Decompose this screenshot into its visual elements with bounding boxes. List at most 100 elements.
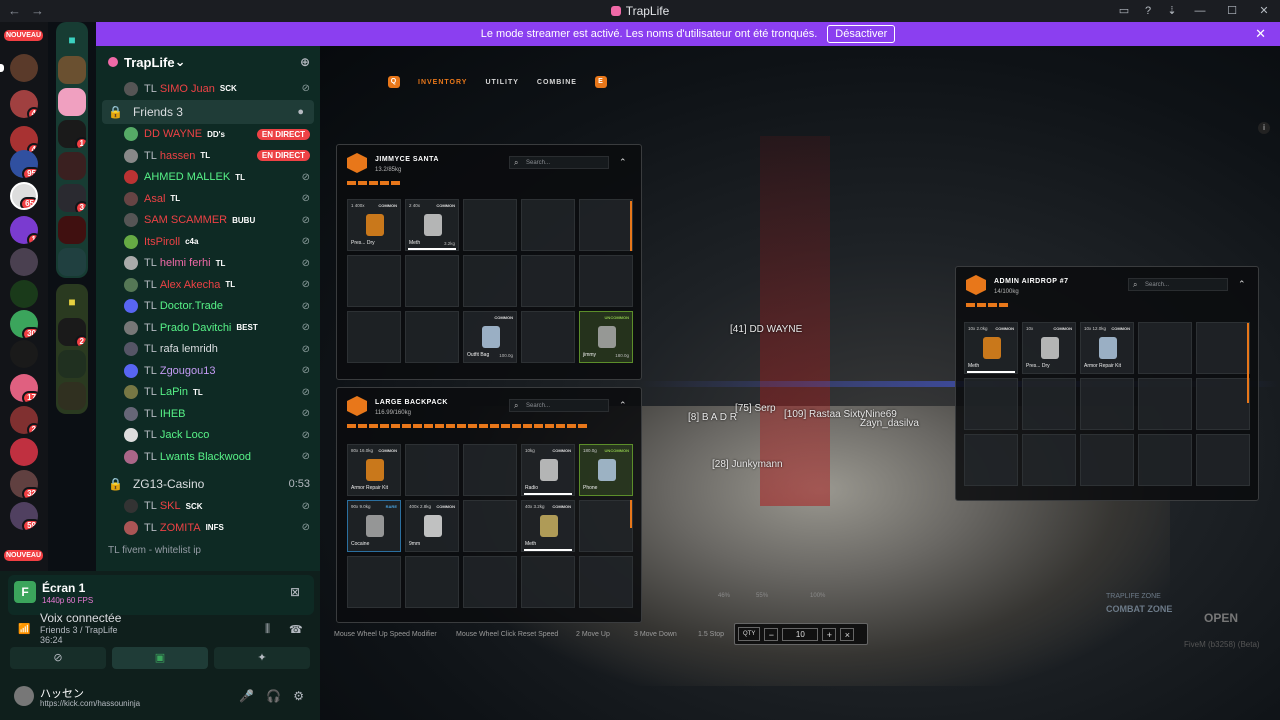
noise-suppression-icon[interactable]: ⫼ — [265, 623, 270, 636]
inventory-slot[interactable] — [1196, 378, 1250, 430]
server-header[interactable]: TrapLife ⌄ ⊕ — [96, 46, 320, 78]
inventory-slot[interactable] — [463, 444, 517, 496]
server-icon[interactable]: 65 — [10, 182, 38, 210]
close-banner-icon[interactable]: ✕ — [1255, 26, 1266, 42]
server-icon[interactable] — [58, 216, 86, 244]
voice-member[interactable]: TL Lwants Blackwood ⊘ — [96, 446, 320, 468]
inventory-slot-filled[interactable]: 400x 2.8kg COMMON 9mm — [405, 500, 459, 552]
server-icon[interactable]: 4 — [10, 90, 38, 118]
voice-member[interactable]: TL ZOMITA INFS ⊘ — [96, 517, 320, 539]
screen-share-card[interactable]: F Écran 1 1440p 60 FPS ⊠ — [8, 575, 314, 615]
tab-utility[interactable]: UTILITY — [485, 79, 518, 86]
inventory-slot[interactable] — [1022, 378, 1076, 430]
avatar[interactable] — [14, 686, 34, 706]
inventory-slot-filled[interactable]: 80x 16.0kg COMMON Armor Repair Kit — [347, 444, 401, 496]
inventory-slot[interactable] — [521, 199, 575, 251]
backpack-search-input[interactable]: Search... — [509, 399, 609, 412]
server-icon[interactable] — [10, 340, 38, 368]
disable-streamer-button[interactable]: Désactiver — [827, 25, 896, 43]
voice-member[interactable]: TL helmi ferhi TL ⊘ — [96, 253, 320, 275]
voice-member[interactable]: TL SKL SCK ⊘ — [96, 496, 320, 518]
inventory-slot-filled[interactable]: 40x 3.2kg COMMON Meth — [521, 500, 575, 552]
inventory-slot[interactable] — [1080, 434, 1134, 486]
inventory-slot[interactable] — [405, 311, 459, 363]
scrollbar[interactable] — [1247, 323, 1249, 403]
voice-member[interactable]: DD WAYNE DD's EN DIRECT — [96, 124, 320, 146]
inventory-slot[interactable] — [463, 556, 517, 608]
inventory-slot[interactable] — [347, 311, 401, 363]
server-icon[interactable] — [10, 54, 38, 82]
server-icon[interactable] — [58, 88, 86, 116]
voice-channel-path[interactable]: Friends 3 / TrapLife — [40, 625, 118, 635]
microphone-icon[interactable]: 🎤 — [239, 689, 254, 703]
inventory-slot[interactable] — [1196, 434, 1250, 486]
voice-member[interactable]: SAM SCAMMER BUBU ⊘ — [96, 210, 320, 232]
server-icon[interactable]: 2 — [58, 318, 86, 346]
disconnect-icon[interactable]: ☎ — [289, 623, 303, 636]
collapse-chevron-icon[interactable]: ⌃ — [619, 400, 627, 411]
voice-member[interactable]: TL Prado Davitchi BEST ⊘ — [96, 317, 320, 339]
inventory-slot[interactable] — [964, 378, 1018, 430]
inventory-search-input[interactable]: Search... — [509, 156, 609, 169]
server-icon[interactable] — [10, 438, 38, 466]
collapse-chevron-icon[interactable]: ⌃ — [1238, 279, 1246, 290]
inventory-slot[interactable] — [579, 199, 633, 251]
inventory-slot[interactable] — [964, 434, 1018, 486]
scrollbar[interactable] — [630, 201, 632, 251]
inventory-slot[interactable] — [405, 444, 459, 496]
voice-member[interactable]: Asal TL ⊘ — [96, 188, 320, 210]
inventory-slot[interactable] — [405, 556, 459, 608]
inventory-slot[interactable] — [347, 556, 401, 608]
inventory-slot[interactable] — [1138, 322, 1192, 374]
server-icon[interactable] — [10, 280, 38, 308]
inventory-slot[interactable] — [579, 500, 633, 552]
minimize-button[interactable]: — — [1184, 0, 1216, 22]
inventory-slot-filled[interactable]: 10x 12.0kg COMMON Armor Repair Kit — [1080, 322, 1134, 374]
folder-icon[interactable]: ■ — [58, 26, 86, 54]
inventory-slot[interactable] — [521, 311, 575, 363]
qty-input[interactable]: 10 — [782, 627, 819, 641]
inventory-slot[interactable] — [579, 255, 633, 307]
inventory-slot[interactable] — [521, 255, 575, 307]
maximize-button[interactable]: ☐ — [1216, 0, 1248, 22]
server-icon[interactable] — [58, 382, 86, 410]
inventory-slot[interactable] — [463, 199, 517, 251]
voice-channel-friends3[interactable]: 🔒 Friends 3 ● — [102, 99, 314, 124]
voice-member[interactable]: TL Doctor.Trade ⊘ — [96, 296, 320, 318]
scrollbar[interactable] — [630, 500, 632, 528]
server-icon[interactable] — [58, 56, 86, 84]
server-icon[interactable]: 95 — [10, 150, 38, 178]
qty-close-button[interactable]: × — [840, 627, 855, 641]
qty-plus-button[interactable]: + — [822, 627, 837, 641]
text-channel-whitelist[interactable]: TL fivem - whitelist ip — [96, 539, 320, 563]
inventory-slot[interactable] — [463, 500, 517, 552]
voice-member[interactable]: TL Jack Loco ⊘ — [96, 425, 320, 447]
collapse-chevron-icon[interactable]: ⌃ — [619, 157, 627, 168]
inventory-slot-filled[interactable]: UNCOMMON jimmy 180.0g — [579, 311, 633, 363]
inventory-slot[interactable] — [463, 255, 517, 307]
inventory-slot[interactable] — [1080, 378, 1134, 430]
voice-member[interactable]: AHMED MALLEK TL ⊘ — [96, 167, 320, 189]
inventory-slot[interactable] — [347, 255, 401, 307]
server-icon[interactable] — [58, 350, 86, 378]
server-icon[interactable]: 2 — [10, 406, 38, 434]
pin-icon[interactable]: ⇣ — [1160, 0, 1184, 22]
stop-share-icon[interactable]: ⊠ — [290, 585, 300, 599]
server-icon[interactable]: 1 — [58, 120, 86, 148]
camera-off-button[interactable]: ⊘ — [10, 647, 106, 669]
settings-gear-icon[interactable]: ⚙ — [293, 689, 304, 703]
server-icon[interactable] — [58, 152, 86, 180]
qty-minus-button[interactable]: − — [764, 627, 779, 641]
server-icon[interactable] — [10, 248, 38, 276]
server-icon[interactable] — [58, 248, 86, 276]
inventory-slot-filled[interactable]: 180.0g UNCOMMON Phone — [579, 444, 633, 496]
server-icon[interactable]: 17 — [10, 374, 38, 402]
voice-channel-casino[interactable]: 🔒 ZG13-Casino 0:53 — [96, 472, 320, 496]
inventory-slot-filled[interactable]: 10x 2.0kg COMMON Meth — [964, 322, 1018, 374]
signal-icon[interactable]: 📶 — [18, 624, 30, 635]
inventory-slot-filled[interactable]: 10x COMMON Pres... Dry — [1022, 322, 1076, 374]
airdrop-search-input[interactable]: Search... — [1128, 278, 1228, 291]
voice-member[interactable]: TL hassen TL EN DIRECT — [96, 145, 320, 167]
screen-share-button[interactable]: ▣ — [112, 647, 208, 669]
server-icon[interactable]: 30 — [10, 310, 38, 338]
